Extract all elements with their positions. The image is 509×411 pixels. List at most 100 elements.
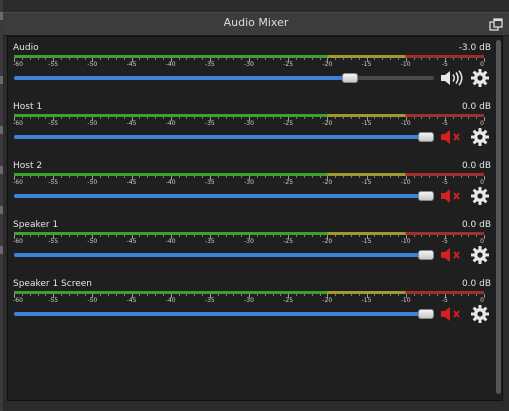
mute-button[interactable] xyxy=(440,70,466,86)
meter-tick xyxy=(194,176,196,178)
meter-scale-label: -45 xyxy=(126,120,137,127)
channel-settings-button[interactable] xyxy=(471,187,489,205)
channel-settings-button[interactable] xyxy=(471,128,489,146)
meter-scale-label: -25 xyxy=(283,179,294,186)
speaker-muted-icon xyxy=(441,307,460,321)
meter-tick xyxy=(413,176,415,178)
meter-tick xyxy=(397,294,399,296)
mixer-channel: Host 2 0.0 dB -60 -55 -50 -45 -40 -35 -30 -25 -2… xyxy=(13,159,493,215)
meter-tick xyxy=(374,58,376,60)
vertical-scrollbar[interactable] xyxy=(496,40,501,394)
meter-tick xyxy=(76,58,78,60)
meter-tick xyxy=(421,58,423,60)
slider-handle[interactable] xyxy=(418,132,434,142)
mixer-channel: Speaker 1 0.0 dB -60 -55 -50 -45 -40 -35 -30 -2… xyxy=(13,218,493,274)
meter-scale-label: -5 xyxy=(441,179,448,186)
meter-tick xyxy=(390,117,391,119)
channel-volume-db: 0.0 dB xyxy=(461,102,491,112)
meter-tick xyxy=(319,117,321,119)
meter-scale-label: -10 xyxy=(400,61,411,68)
slider-handle[interactable] xyxy=(342,73,359,83)
meter-scale-label: -30 xyxy=(244,61,254,68)
meter-tick xyxy=(421,176,423,178)
meter-scale-label: -55 xyxy=(48,61,59,68)
meter-tick xyxy=(311,235,313,237)
meter-scale-label: -25 xyxy=(283,120,294,127)
meter-tick xyxy=(421,294,423,296)
meter-tick xyxy=(256,117,258,119)
slider-handle[interactable] xyxy=(418,191,434,201)
meter-tick xyxy=(272,235,274,237)
channel-settings-button[interactable] xyxy=(471,305,489,323)
meter-scale-label: -30 xyxy=(244,120,254,127)
meter-tick xyxy=(437,176,438,178)
volume-slider[interactable] xyxy=(14,191,434,201)
meter-tick xyxy=(350,235,352,237)
meter-tick xyxy=(256,176,258,178)
meter-scale-label: -45 xyxy=(126,179,137,186)
meter-tick xyxy=(61,235,62,237)
dock-titlebar[interactable]: Audio Mixer xyxy=(3,12,509,36)
meter-tick xyxy=(29,294,31,296)
meter-tick xyxy=(350,176,352,178)
meter-tick xyxy=(76,235,78,237)
mute-button[interactable] xyxy=(440,129,466,145)
meter-scale-label: -40 xyxy=(165,297,176,304)
gear-icon xyxy=(471,305,489,323)
meter-scale-label: -60 xyxy=(13,238,23,245)
meter-tick xyxy=(100,235,102,237)
meter-tick xyxy=(437,117,438,119)
meter-tick xyxy=(45,117,47,119)
meter-tick xyxy=(61,58,62,60)
meter-tick xyxy=(390,294,391,296)
mute-button[interactable] xyxy=(440,247,466,263)
mixer-channel: Audio -3.0 dB -60 -55 -50 -45 -40 -35 -30 -25 -2… xyxy=(13,41,493,97)
meter-tick xyxy=(390,176,391,178)
meter-scale: -60 -55 -50 -45 -40 -35 -30 -25 -20 -15 -10 -5 0 xyxy=(13,61,484,70)
meter-tick xyxy=(296,294,297,296)
meter-tick xyxy=(413,294,415,296)
meter-tick xyxy=(178,235,180,237)
slider-handle[interactable] xyxy=(418,309,434,319)
meter-scale-label: -35 xyxy=(204,120,215,127)
meter-scale-label: -55 xyxy=(48,179,59,186)
channel-settings-button[interactable] xyxy=(471,246,489,264)
meter-scale-label: -55 xyxy=(48,238,59,245)
meter-tick xyxy=(264,117,266,119)
meter-tick xyxy=(303,235,305,237)
meter-tick xyxy=(225,58,227,60)
volume-slider[interactable] xyxy=(14,309,434,319)
meter-tick xyxy=(233,176,235,178)
slider-handle[interactable] xyxy=(418,250,434,260)
meter-tick xyxy=(303,294,305,296)
meter-tick xyxy=(76,176,78,178)
meter-scale-label: -10 xyxy=(400,238,411,245)
mute-button[interactable] xyxy=(440,306,466,322)
meter-tick xyxy=(452,176,454,178)
float-dock-icon[interactable] xyxy=(489,17,503,31)
meter-scale-label: -40 xyxy=(165,238,176,245)
meter-scale-label: -20 xyxy=(322,61,333,68)
mute-button[interactable] xyxy=(440,188,466,204)
meter-tick xyxy=(382,294,384,296)
meter-scale-label: 0 xyxy=(480,61,484,68)
volume-slider[interactable] xyxy=(14,250,434,260)
meter-tick xyxy=(397,58,399,60)
meter-tick xyxy=(147,235,149,237)
meter-tick xyxy=(484,117,485,121)
meter-tick xyxy=(68,176,70,178)
gear-icon xyxy=(471,246,489,264)
volume-slider[interactable] xyxy=(14,73,434,83)
dock-splitter[interactable] xyxy=(0,0,3,411)
meter-tick xyxy=(21,58,23,60)
meter-tick xyxy=(115,117,117,119)
meter-scale-label: -20 xyxy=(322,120,333,127)
meter-scale-label: -10 xyxy=(400,179,411,186)
meter-scale-label: -50 xyxy=(87,61,98,68)
meter-tick xyxy=(68,235,70,237)
volume-slider[interactable] xyxy=(14,132,434,142)
meter-tick xyxy=(460,176,462,178)
meter-tick xyxy=(162,235,164,237)
channel-settings-button[interactable] xyxy=(471,69,489,87)
meter-tick xyxy=(335,117,337,119)
